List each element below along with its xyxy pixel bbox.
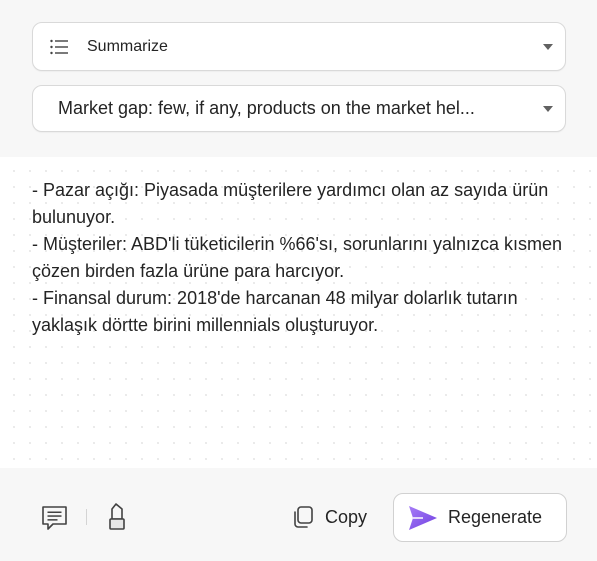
options-panel: Summarize Market gap: few, if any, produ… [0,0,597,157]
highlighter-icon [109,503,125,530]
regenerate-button-label: Regenerate [448,507,543,527]
summary-line: - Pazar açığı: Piyasada müşterilere yard… [32,180,549,227]
chevron-down-icon [543,105,553,112]
summary-line: - Finansal durum: 2018'de harcanan 48 mi… [32,288,518,335]
regenerate-button[interactable]: Regenerate [393,493,567,542]
comment-icon [42,506,67,530]
mode-dropdown[interactable]: Summarize [32,22,566,71]
feedback-button[interactable] [39,501,71,533]
summary-output: - Pazar açığı: Piyasada müşterilere yard… [0,157,597,468]
summary-line: - Müşteriler: ABD'li tüketicilerin %66's… [32,234,563,281]
copy-icon [294,506,313,528]
topic-dropdown-label: Market gap: few, if any, products on the… [58,98,475,118]
send-icon [409,505,437,530]
toolbar-divider [86,509,87,525]
list-icon [50,39,68,55]
chevron-down-icon [543,43,553,50]
topic-dropdown[interactable]: Market gap: few, if any, products on the… [32,85,566,132]
action-toolbar: Copy Regenerate [0,468,597,561]
highlight-button[interactable] [101,501,133,533]
copy-button[interactable]: Copy [290,501,367,533]
copy-button-label: Copy [325,506,368,527]
mode-dropdown-label: Summarize [87,37,168,55]
